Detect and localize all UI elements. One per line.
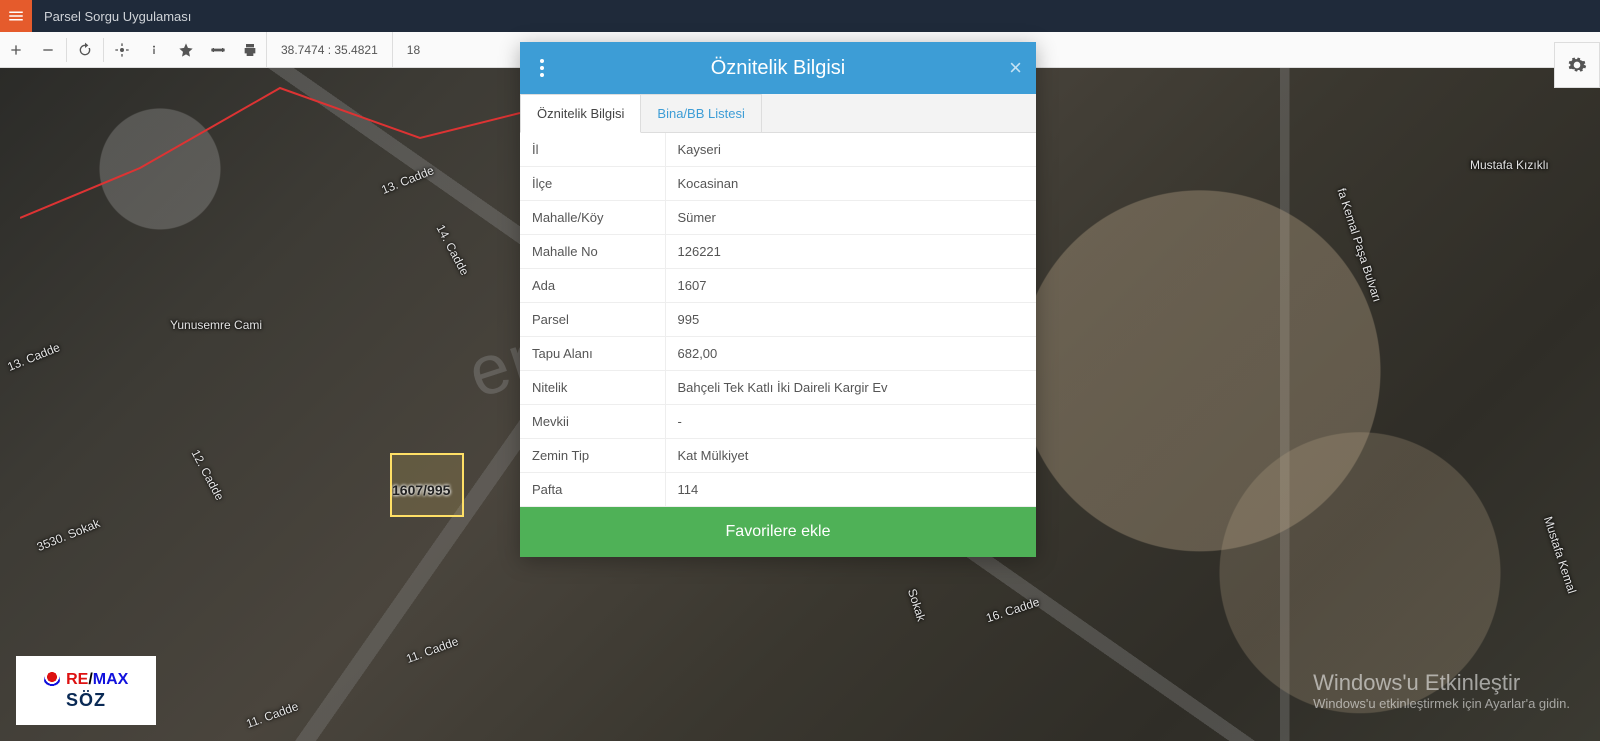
locate-button[interactable] [106,32,138,68]
star-icon [178,42,194,58]
refresh-icon [77,42,93,58]
street-label: Mustafa Kemal [1541,515,1579,595]
boundary-line [20,68,520,238]
print-button[interactable] [234,32,266,68]
attr-value: 1607 [665,269,1036,303]
separator [66,38,67,62]
separator [103,38,104,62]
street-label: 3530. Sokak [35,516,102,554]
attr-key: Tapu Alanı [520,337,665,371]
attr-key: İl [520,133,665,167]
zoom-in-button[interactable] [0,32,32,68]
attr-key: Ada [520,269,665,303]
attribute-info-modal: Öznitelik Bilgisi × Öznitelik Bilgisi Bi… [520,42,1036,557]
table-row: Mevkii- [520,405,1036,439]
table-row: Pafta114 [520,473,1036,507]
attr-value: 126221 [665,235,1036,269]
poi-label: Yunusemre Cami [170,318,262,332]
logo-max: MAX [93,671,129,688]
gear-icon [1567,55,1587,75]
windows-activation-title: Windows'u Etkinleştir [1313,670,1570,696]
modal-close-button[interactable]: × [1009,57,1022,79]
crosshair-icon [114,42,130,58]
tab-bina-list[interactable]: Bina/BB Listesi [641,94,761,132]
street-label: 11. Cadde [404,634,460,666]
street-label: fa Kemal Paşa Bulvarı [1334,186,1384,303]
add-favorite-button[interactable]: Favorilere ekle [520,507,1036,557]
attr-value: Bahçeli Tek Katlı İki Daireli Kargir Ev [665,371,1036,405]
info-button[interactable] [138,32,170,68]
attr-key: Zemin Tip [520,439,665,473]
print-icon [242,42,258,58]
street-label: 16. Cadde [984,595,1041,625]
poi-label: Mustafa Kızıklı [1470,158,1549,172]
attr-key: Parsel [520,303,665,337]
logo-soz: SÖZ [66,690,106,710]
measure-button[interactable] [202,32,234,68]
attr-value: Sümer [665,201,1036,235]
logo-re: RE [66,671,88,688]
street-label: Sokak [905,587,929,623]
table-row: İlçeKocasinan [520,167,1036,201]
table-row: Ada1607 [520,269,1036,303]
attribute-table: İlKayseriİlçeKocasinanMahalle/KöySümerMa… [520,133,1036,507]
table-row: Tapu Alanı682,00 [520,337,1036,371]
zoom-level-display: 18 [392,32,434,68]
attr-value: Kayseri [665,133,1036,167]
windows-activation-subtitle: Windows'u etkinleştirmek için Ayarlar'a … [1313,696,1570,711]
attr-key: Nitelik [520,371,665,405]
attr-key: İlçe [520,167,665,201]
ruler-icon [210,42,226,58]
tab-attribute-info[interactable]: Öznitelik Bilgisi [520,94,641,133]
street-label: 13. Cadde [5,340,62,374]
settings-button[interactable] [1554,42,1600,88]
street-label: 11. Cadde [244,699,300,731]
parcel-label: 1607/995 [392,482,450,498]
table-row: NitelikBahçeli Tek Katlı İki Daireli Kar… [520,371,1036,405]
attr-key: Mahalle No [520,235,665,269]
minus-icon [40,42,56,58]
modal-menu-button[interactable] [534,50,550,86]
street-label: 13. Cadde [379,163,436,197]
modal-header: Öznitelik Bilgisi × [520,42,1036,94]
refresh-button[interactable] [69,32,101,68]
modal-tabs: Öznitelik Bilgisi Bina/BB Listesi [520,94,1036,133]
attr-value: - [665,405,1036,439]
attr-key: Mevkii [520,405,665,439]
hamburger-icon [7,7,25,25]
street-label: 12. Cadde [189,447,227,502]
info-icon [146,42,162,58]
coordinates-display: 38.7474 : 35.4821 [266,32,392,68]
app-header: Parsel Sorgu Uygulaması [0,0,1600,32]
brand-logo: RE/MAX SÖZ [16,656,156,725]
table-row: Zemin TipKat Mülkiyet [520,439,1036,473]
modal-title: Öznitelik Bilgisi [711,57,845,80]
attr-value: 682,00 [665,337,1036,371]
table-row: Parsel995 [520,303,1036,337]
menu-button[interactable] [0,0,32,32]
attr-value: Kocasinan [665,167,1036,201]
attr-value: 995 [665,303,1036,337]
windows-activation-overlay: Windows'u Etkinleştir Windows'u etkinleş… [1313,670,1570,711]
balloon-icon [44,670,60,690]
attr-value: Kat Mülkiyet [665,439,1036,473]
attr-key: Mahalle/Köy [520,201,665,235]
attr-key: Pafta [520,473,665,507]
street-label: 14. Cadde [434,222,472,277]
zoom-out-button[interactable] [32,32,64,68]
table-row: Mahalle No126221 [520,235,1036,269]
table-row: Mahalle/KöySümer [520,201,1036,235]
app-title: Parsel Sorgu Uygulaması [32,9,191,24]
table-row: İlKayseri [520,133,1036,167]
plus-icon [8,42,24,58]
favorite-button[interactable] [170,32,202,68]
attr-value: 114 [665,473,1036,507]
